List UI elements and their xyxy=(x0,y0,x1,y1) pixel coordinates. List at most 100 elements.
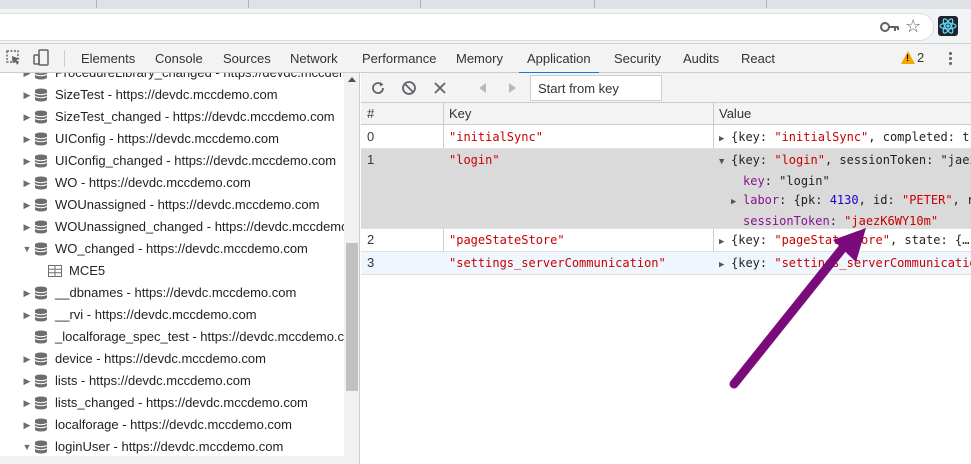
database-item[interactable]: ▶ __rvi - https://devdc.mccdemo.com xyxy=(0,304,344,326)
database-icon xyxy=(34,396,48,410)
table-row-selected[interactable]: 1 "login" ▼ {key: "login", sessionToken: … xyxy=(361,149,971,229)
database-item[interactable]: ▶ __dbnames - https://devdc.mccdemo.com xyxy=(0,282,344,304)
tree-item-label: UIConfig - https://devdc.mccdemo.com xyxy=(55,131,279,146)
expand-arrow-icon[interactable]: ▶ xyxy=(22,106,32,128)
next-page-icon[interactable] xyxy=(504,80,520,96)
expand-arrow-icon[interactable]: ▶ xyxy=(719,128,731,150)
tab-application[interactable]: Application xyxy=(519,44,599,74)
expand-arrow-icon[interactable]: ▶ xyxy=(22,128,32,150)
tab-separator xyxy=(766,0,767,8)
property-key: key: "login" xyxy=(743,174,830,188)
refresh-icon[interactable] xyxy=(370,80,386,96)
database-icon xyxy=(34,286,48,300)
clear-store-icon[interactable] xyxy=(401,80,417,96)
database-item[interactable]: ▼ WO_changed - https://devdc.mccdemo.com xyxy=(0,238,344,260)
previous-page-icon[interactable] xyxy=(475,80,491,96)
tree-item-label: WO_changed - https://devdc.mccdemo.com xyxy=(55,241,308,256)
database-icon xyxy=(34,198,48,212)
table-header: # Key Value xyxy=(361,103,971,125)
tree-item-label: lists_changed - https://devdc.mccdemo.co… xyxy=(55,395,308,410)
database-item[interactable]: ▶ SizeTest_changed - https://devdc.mccdem… xyxy=(0,106,344,128)
more-options-icon[interactable] xyxy=(944,51,956,67)
expand-arrow-icon[interactable]: ▶ xyxy=(719,254,731,276)
tab-performance[interactable]: Performance xyxy=(362,44,436,73)
collapse-arrow-icon[interactable]: ▼ xyxy=(719,153,731,172)
scrollbar-thumb[interactable] xyxy=(346,243,358,391)
database-item[interactable]: ▶ UIConfig_changed - https://devdc.mccdem… xyxy=(0,150,344,172)
database-icon xyxy=(34,308,48,322)
database-item[interactable]: ▶ UIConfig - https://devdc.mccdemo.com xyxy=(0,128,344,150)
key-icon[interactable] xyxy=(880,19,900,35)
tab-separator xyxy=(248,0,249,8)
inspect-element-icon[interactable] xyxy=(4,49,24,67)
expand-arrow-icon[interactable]: ▶ xyxy=(22,84,32,106)
column-header-key[interactable]: Key xyxy=(449,103,471,125)
expand-arrow-icon[interactable]: ▶ xyxy=(731,193,743,212)
database-item[interactable]: ▼ loginUser - https://devdc.mccdemo.com xyxy=(0,436,344,458)
device-toolbar-icon[interactable] xyxy=(32,49,52,67)
tab-sources[interactable]: Sources xyxy=(223,44,271,73)
expand-arrow-icon[interactable]: ▶ xyxy=(22,150,32,172)
column-header-value[interactable]: Value xyxy=(719,103,751,125)
database-icon xyxy=(34,418,48,432)
database-item[interactable]: ▶ WOUnassigned - https://devdc.mccdemo.co… xyxy=(0,194,344,216)
database-icon xyxy=(34,88,48,102)
database-item[interactable]: ▶ WOUnassigned_changed - https://devdc.mc… xyxy=(0,216,344,238)
row-index: 1 xyxy=(367,152,375,167)
expand-arrow-icon[interactable]: ▶ xyxy=(22,194,32,216)
tree-item-label: SizeTest_changed - https://devdc.mccdemo… xyxy=(55,109,335,124)
address-bar-area: ☆ xyxy=(0,9,971,44)
scroll-up-arrow[interactable] xyxy=(348,77,356,82)
address-bar[interactable] xyxy=(0,13,934,41)
database-item[interactable]: ▶ lists - https://devdc.mccdemo.com xyxy=(0,370,344,392)
table-row[interactable]: 2 "pageStateStore" ▶ {key: "pageStateStor… xyxy=(361,229,971,252)
delete-selected-icon[interactable] xyxy=(432,80,448,96)
database-item[interactable]: ▶ SizeTest - https://devdc.mccdemo.com xyxy=(0,84,344,106)
row-index: 3 xyxy=(367,255,375,270)
tab-audits[interactable]: Audits xyxy=(683,44,719,73)
tab-memory[interactable]: Memory xyxy=(456,44,503,73)
expand-arrow-icon[interactable]: ▶ xyxy=(22,370,32,392)
database-item[interactable]: ▶ device - https://devdc.mccdemo.com xyxy=(0,348,344,370)
collapse-arrow-icon[interactable]: ▼ xyxy=(22,436,32,458)
tab-react[interactable]: React xyxy=(741,44,775,73)
database-icon xyxy=(34,154,48,168)
react-extension-icon[interactable] xyxy=(938,16,958,36)
collapse-arrow-icon[interactable]: ▼ xyxy=(22,238,32,260)
database-item[interactable]: ▶ localforage - https://devdc.mccdemo.com xyxy=(0,414,344,436)
object-store-item[interactable]: MCE5 xyxy=(0,260,344,282)
devtools-toolbar: Elements Console Sources Network Perform… xyxy=(0,44,971,74)
tab-network[interactable]: Network xyxy=(290,44,338,73)
expand-arrow-icon[interactable]: ▶ xyxy=(22,73,32,84)
database-item[interactable]: ▶ ProcedureLibrary_changed - https://devd… xyxy=(0,73,344,84)
database-item[interactable]: _localforage_spec_test - https://devdc.m… xyxy=(0,326,344,348)
tree-item-label: localforage - https://devdc.mccdemo.com xyxy=(55,417,292,432)
expand-arrow-icon[interactable]: ▶ xyxy=(22,392,32,414)
expand-arrow-icon[interactable]: ▶ xyxy=(22,282,32,304)
sidebar-scrollbar[interactable] xyxy=(344,73,359,464)
database-item[interactable]: ▶ lists_changed - https://devdc.mccdemo.c… xyxy=(0,392,344,414)
tree-item-label: SizeTest - https://devdc.mccdemo.com xyxy=(55,87,278,102)
sidebar-horizontal-scrollbar[interactable] xyxy=(0,456,344,464)
toolbar-divider xyxy=(64,50,65,67)
tab-separator xyxy=(594,0,595,8)
expand-arrow-icon[interactable]: ▶ xyxy=(22,216,32,238)
database-item[interactable]: ▶ WO - https://devdc.mccdemo.com xyxy=(0,172,344,194)
table-row[interactable]: 3 "settings_serverCommunication" ▶ {key: … xyxy=(361,252,971,275)
column-header-index[interactable]: # xyxy=(367,103,374,125)
tree-item-label: WOUnassigned - https://devdc.mccdemo.com xyxy=(55,197,320,212)
expand-arrow-icon[interactable]: ▶ xyxy=(22,348,32,370)
tab-security[interactable]: Security xyxy=(614,44,661,73)
database-icon xyxy=(34,73,48,80)
expand-arrow-icon[interactable]: ▶ xyxy=(719,231,731,253)
tree-item-label: lists - https://devdc.mccdemo.com xyxy=(55,373,251,388)
expand-arrow-icon[interactable]: ▶ xyxy=(22,304,32,326)
star-icon[interactable]: ☆ xyxy=(905,15,921,37)
tab-elements[interactable]: Elements xyxy=(81,44,135,73)
start-from-key-input[interactable] xyxy=(530,75,662,101)
tab-console[interactable]: Console xyxy=(155,44,203,73)
expand-arrow-icon[interactable]: ▶ xyxy=(22,414,32,436)
database-icon xyxy=(34,176,48,190)
expand-arrow-icon[interactable]: ▶ xyxy=(22,172,32,194)
table-row[interactable]: 0 "initialSync" ▶ {key: "initialSync", co… xyxy=(361,126,971,149)
